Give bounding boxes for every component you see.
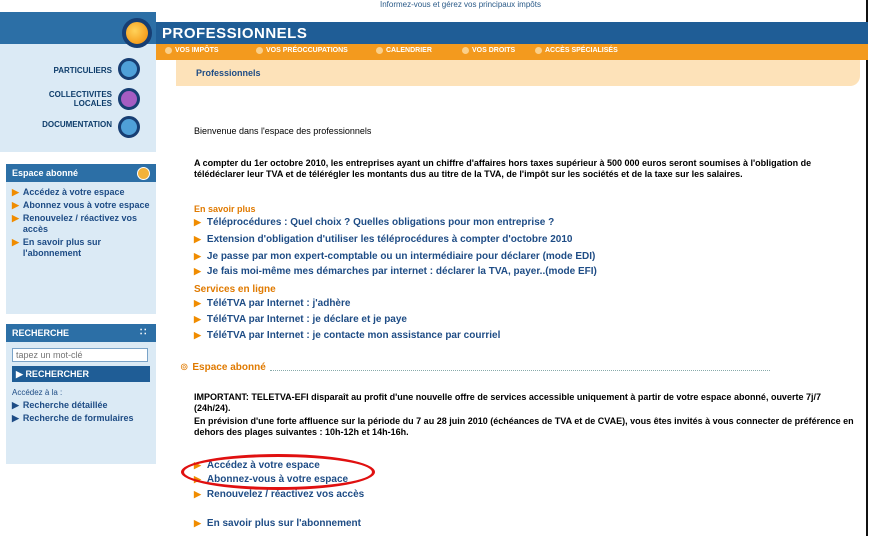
side-link-recherche-formulaires[interactable]: ▶ Recherche de formulaires	[6, 412, 156, 425]
menu-dot-icon	[462, 47, 469, 54]
side-link-renouvelez[interactable]: ▶ Renouvelez / réactivez vos accès	[6, 212, 156, 236]
documentation-icon	[118, 116, 140, 138]
arrow-icon: ▶	[194, 518, 201, 528]
circle-arrow-icon: ⊚	[180, 362, 189, 373]
arrow-icon: ▶	[12, 413, 19, 423]
dotted-divider	[269, 364, 770, 371]
menu-calendrier[interactable]: CALENDRIER	[376, 47, 432, 54]
en-savoir-plus-title: En savoir plus	[194, 204, 256, 214]
arrow-icon: ▶	[12, 400, 19, 410]
important-text: IMPORTANT: TELETVA-EFI disparaît au prof…	[194, 392, 821, 413]
espace-abonne-box: Espace abonné ▶ Accédez à votre espace ▶ A…	[6, 164, 156, 314]
nav-collectivites[interactable]: COLLECTIVITES LOCALES	[32, 90, 112, 108]
menu-vos-impots[interactable]: VOS IMPÔTS	[165, 47, 219, 54]
header-tagline: Informez-vous et gérez vos principaux im…	[380, 0, 541, 9]
page-frame: Informez-vous et gérez vos principaux im…	[0, 0, 868, 536]
link-renouvelez-acces[interactable]: ▶ Renouvelez / réactivez vos accès	[194, 489, 364, 500]
nav-particuliers[interactable]: PARTICULIERS	[53, 66, 112, 75]
arrow-icon: ▶	[194, 251, 201, 261]
arrow-icon: ▶	[194, 330, 201, 340]
side-link-en-savoir-plus[interactable]: ▶ En savoir plus sur l'abonnement	[6, 236, 156, 260]
espace-abonne-section: ⊚ Espace abonné	[180, 362, 770, 373]
side-link-recherche-detaillee[interactable]: ▶ Recherche détaillée	[6, 399, 156, 412]
grid-icon: ∷	[140, 327, 147, 338]
arrow-icon: ▶	[194, 298, 201, 308]
menu-dot-icon	[535, 47, 542, 54]
intro-text: A compter du 1er octobre 2010, les entre…	[194, 158, 812, 179]
search-header: RECHERCHE ∷	[6, 324, 156, 342]
nav-documentation[interactable]: DOCUMENTATION	[42, 120, 112, 129]
link-teleprocedures[interactable]: ▶ Téléprocédures : Quel choix ? Quelles o…	[194, 217, 554, 228]
link-teletva-declare[interactable]: ▶ TéléTVA par Internet : je déclare et je…	[194, 314, 407, 325]
espace-section-title: Espace abonné	[192, 362, 266, 373]
link-extension-obligation[interactable]: ▶ Extension d'obligation d'utiliser les t…	[194, 234, 572, 245]
menu-vos-preoccupations[interactable]: VOS PRÉOCCUPATIONS	[256, 47, 348, 54]
arrow-icon: ▶	[12, 213, 19, 223]
search-button[interactable]: ▶ RECHERCHER	[12, 366, 150, 382]
arrow-icon: ▶	[194, 234, 201, 244]
link-en-savoir-plus-abonnement[interactable]: ▶ En savoir plus sur l'abonnement	[194, 518, 361, 529]
arrow-icon: ▶	[194, 314, 201, 324]
link-expert-comptable[interactable]: ▶ Je passe par mon expert-comptable ou un…	[194, 251, 595, 262]
link-teletva-contacte[interactable]: ▶ TéléTVA par Internet : je contacte mon …	[194, 330, 500, 341]
arrow-icon: ▶	[16, 369, 23, 379]
access-label: Accédez à la :	[12, 388, 63, 397]
particuliers-icon	[118, 58, 140, 80]
gear-icon	[137, 167, 150, 180]
arrow-icon: ▶	[12, 187, 19, 197]
arrow-icon: ▶	[12, 237, 19, 247]
affluence-text: En prévision d'une forte affluence sur l…	[194, 416, 854, 437]
collectivites-icon	[118, 88, 140, 110]
services-title: Services en ligne	[194, 284, 276, 295]
menu-vos-droits[interactable]: VOS DROITS	[462, 47, 515, 54]
arrow-icon: ▶	[194, 266, 201, 276]
arrow-icon: ▶	[194, 489, 201, 499]
welcome-text: Bienvenue dans l'espace des professionne…	[194, 126, 372, 136]
side-link-abonnez[interactable]: ▶ Abonnez vous à votre espace	[6, 199, 156, 212]
menu-dot-icon	[165, 47, 172, 54]
search-input[interactable]	[12, 348, 148, 362]
search-box: RECHERCHE ∷ ▶ RECHERCHER Accédez à la : …	[6, 324, 156, 464]
breadcrumb-band	[176, 60, 860, 86]
professionnels-icon	[122, 18, 152, 48]
highlight-ring	[181, 454, 375, 490]
arrow-icon: ▶	[194, 217, 201, 227]
search-title: RECHERCHE	[12, 328, 70, 338]
breadcrumb: Professionnels	[196, 68, 261, 78]
side-link-acceder[interactable]: ▶ Accédez à votre espace	[6, 186, 156, 199]
link-moi-meme[interactable]: ▶ Je fais moi-même mes démarches par inte…	[194, 266, 597, 277]
espace-abonne-title: Espace abonné	[12, 168, 79, 178]
link-teletva-adhere[interactable]: ▶ TéléTVA par Internet : j'adhère	[194, 298, 350, 309]
espace-abonne-header: Espace abonné	[6, 164, 156, 182]
menu-acces-specialises[interactable]: ACCÈS SPÉCIALISÉS	[535, 47, 618, 54]
page-title: PROFESSIONNELS	[162, 25, 308, 42]
menu-dot-icon	[256, 47, 263, 54]
arrow-icon: ▶	[12, 200, 19, 210]
menu-dot-icon	[376, 47, 383, 54]
